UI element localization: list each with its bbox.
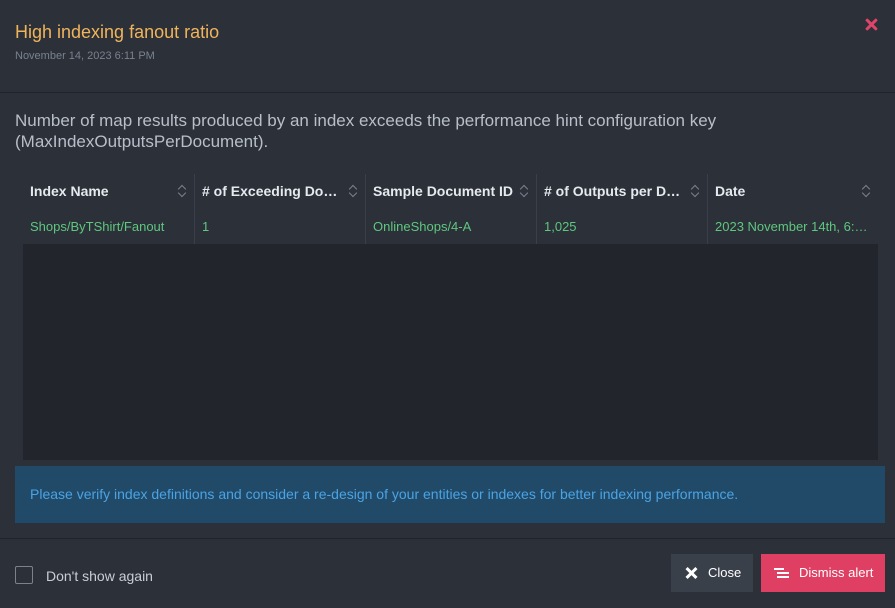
sort-icon[interactable]: [520, 185, 528, 198]
info-text: Please verify index definitions and cons…: [30, 486, 739, 502]
dialog-title: High indexing fanout ratio: [15, 22, 220, 42]
cell-outputs-per-document: 1,025: [536, 209, 707, 244]
close-button[interactable]: Close: [671, 554, 753, 592]
info-banner: Please verify index definitions and cons…: [15, 466, 885, 523]
column-header-outputs-per-document[interactable]: # of Outputs per Document: [536, 174, 707, 209]
column-header-label: # of Exceeding Documents: [202, 183, 365, 199]
column-header-sample-document-id[interactable]: Sample Document ID: [365, 174, 536, 209]
dialog-header: High indexing fanout ratio November 14, …: [0, 0, 895, 93]
column-header-label: Date: [715, 183, 746, 199]
dont-show-again-checkbox[interactable]: [15, 566, 33, 584]
table-row[interactable]: Shops/ByTShirt/Fanout 1 OnlineShops/4-A …: [23, 209, 878, 244]
table-header: Index Name # of Exceeding Documents Samp…: [23, 174, 878, 209]
dont-show-again-label[interactable]: Don't show again: [46, 568, 153, 584]
column-header-label: Sample Document ID: [373, 183, 514, 199]
alert-description: Number of map results produced by an ind…: [15, 111, 717, 151]
dismiss-alert-button[interactable]: Dismiss alert: [761, 554, 885, 592]
sort-icon[interactable]: [349, 185, 357, 198]
dismiss-alert-label: Dismiss alert: [799, 565, 874, 580]
cell-sample-document-id: OnlineShops/4-A: [365, 209, 536, 244]
close-icon[interactable]: [863, 16, 881, 34]
close-icon: [685, 567, 697, 579]
column-header-label: # of Outputs per Document: [544, 183, 707, 199]
column-header-exceeding-documents[interactable]: # of Exceeding Documents: [194, 174, 365, 209]
cell-exceeding-documents: 1: [194, 209, 365, 244]
footer-divider: [0, 538, 895, 539]
column-header-label: Index Name: [30, 183, 109, 199]
column-header-date[interactable]: Date: [707, 174, 878, 209]
sort-icon[interactable]: [178, 185, 186, 198]
cell-date: 2023 November 14th, 6:11 PM: [707, 209, 878, 244]
sort-icon[interactable]: [862, 185, 870, 198]
cell-index-name: Shops/ByTShirt/Fanout: [30, 219, 165, 234]
close-button-label: Close: [708, 565, 742, 580]
column-header-index-name[interactable]: Index Name: [23, 174, 194, 209]
dismiss-alert-icon: [774, 567, 790, 579]
alert-timestamp: November 14, 2023 6:11 PM: [15, 50, 155, 62]
details-table: Index Name # of Exceeding Documents Samp…: [23, 174, 878, 460]
sort-icon[interactable]: [691, 185, 699, 198]
